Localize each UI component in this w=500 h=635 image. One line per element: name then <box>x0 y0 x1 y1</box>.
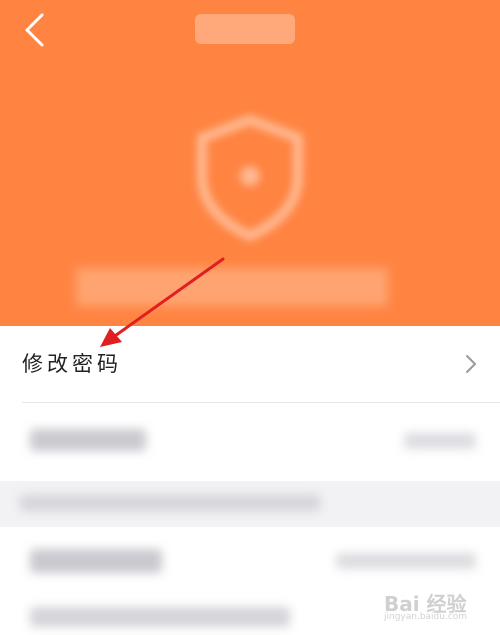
chevron-left-icon <box>25 13 44 47</box>
watermark-url: jingyan.baidu.com <box>384 612 468 622</box>
blurred-section-band <box>0 481 500 527</box>
baidu-jingyan-watermark: Bai 经验 jingyan.baidu.com <box>384 582 496 624</box>
blurred-item-label <box>30 429 146 451</box>
blurred-item-value <box>336 553 476 569</box>
page-title-blurred <box>195 14 295 44</box>
security-status-blurred <box>76 268 388 306</box>
blurred-item-label <box>30 607 290 627</box>
shield-icon <box>197 114 303 242</box>
change-password-label: 修改密码 <box>22 352 122 376</box>
blurred-item-value <box>404 433 476 449</box>
change-password-row[interactable]: 修改密码 <box>0 326 500 402</box>
blurred-hint-text <box>20 495 320 511</box>
chevron-right-icon <box>466 355 476 373</box>
back-button[interactable] <box>14 10 54 50</box>
security-header <box>0 0 500 326</box>
blurred-item-label <box>30 549 162 573</box>
